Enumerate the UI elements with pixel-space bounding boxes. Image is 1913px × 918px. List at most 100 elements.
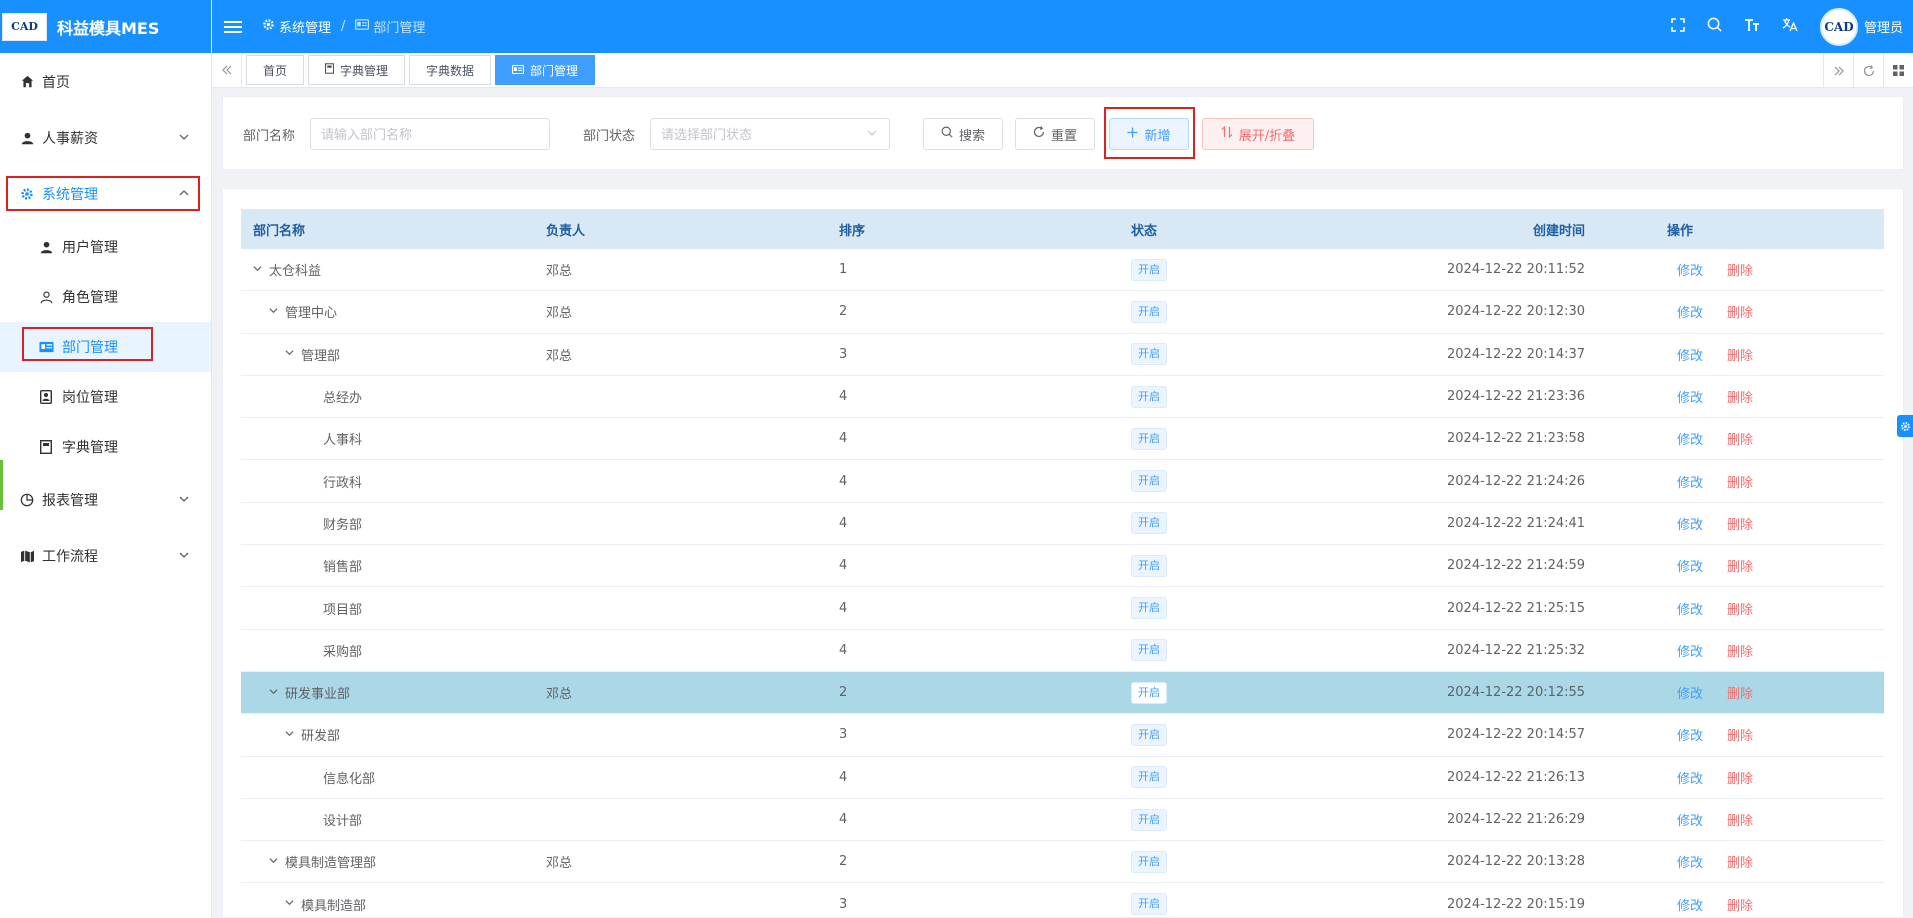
delete-link[interactable]: 删除 xyxy=(1727,895,1753,914)
sidebar-subitem-dictionary[interactable]: 字典管理 xyxy=(0,422,211,472)
sidebar-item-hr-salary[interactable]: 人事薪资 xyxy=(0,110,211,166)
edit-link[interactable]: 修改 xyxy=(1677,768,1703,787)
user-icon xyxy=(18,132,36,145)
table-row[interactable]: 模具制造部 3 开启 2024-12-22 20:15:19 修改 删除 xyxy=(241,883,1884,918)
table-body: 太仓科益 邓总 1 开启 2024-12-22 20:11:52 修改 删除 管理中心 邓总 2 开… xyxy=(241,249,1884,918)
delete-link[interactable]: 删除 xyxy=(1727,683,1753,702)
sidebar-subitem-departments[interactable]: 部门管理 xyxy=(0,322,211,372)
table-row[interactable]: 模具制造管理部 邓总 2 开启 2024-12-22 20:13:28 修改 删除 xyxy=(241,841,1884,884)
edit-link[interactable]: 修改 xyxy=(1677,852,1703,871)
scroll-right-icon[interactable] xyxy=(1823,53,1853,88)
tree-expand-icon[interactable] xyxy=(253,264,263,276)
translate-icon[interactable] xyxy=(1782,17,1798,36)
settings-float-icon[interactable] xyxy=(1897,415,1913,437)
tab-dictionary-data[interactable]: 字典数据 xyxy=(409,55,492,85)
tab-dictionary[interactable]: 字典管理 xyxy=(308,55,406,85)
cell-status: 开启 xyxy=(1119,850,1411,873)
edit-link[interactable]: 修改 xyxy=(1677,302,1703,321)
tree-expand-icon[interactable] xyxy=(269,306,279,318)
company-logo: CAD xyxy=(2,12,47,41)
scroll-left-icon[interactable] xyxy=(212,52,242,88)
delete-link[interactable]: 删除 xyxy=(1727,345,1753,364)
search-button[interactable]: 搜索 xyxy=(923,118,1003,150)
table-row[interactable]: 太仓科益 邓总 1 开启 2024-12-22 20:11:52 修改 删除 xyxy=(241,249,1884,292)
edit-link[interactable]: 修改 xyxy=(1677,683,1703,702)
dept-name-input[interactable] xyxy=(321,126,549,142)
edit-link[interactable]: 修改 xyxy=(1677,556,1703,575)
tab-home[interactable]: 首页 xyxy=(246,55,305,85)
edit-link[interactable]: 修改 xyxy=(1677,514,1703,533)
sidebar-item-reports[interactable]: 报表管理 xyxy=(0,472,211,528)
delete-link[interactable]: 删除 xyxy=(1727,725,1753,744)
edit-link[interactable]: 修改 xyxy=(1677,472,1703,491)
table-row[interactable]: 行政科 4 开启 2024-12-22 21:24:26 修改 删除 xyxy=(241,460,1884,503)
sidebar-subitem-posts[interactable]: 岗位管理 xyxy=(0,372,211,422)
sidebar-item-home[interactable]: 首页 xyxy=(0,53,211,110)
font-size-icon[interactable] xyxy=(1744,18,1760,36)
dept-status-select[interactable] xyxy=(650,118,890,150)
sidebar-item-workflow[interactable]: 工作流程 xyxy=(0,528,211,584)
edit-link[interactable]: 修改 xyxy=(1677,810,1703,829)
edit-link[interactable]: 修改 xyxy=(1677,260,1703,279)
refresh-icon[interactable] xyxy=(1853,53,1883,88)
reset-button[interactable]: 重置 xyxy=(1015,118,1095,150)
tree-expand-icon[interactable] xyxy=(285,729,295,741)
table-row[interactable]: 管理部 邓总 3 开启 2024-12-22 20:14:37 修改 删除 xyxy=(241,334,1884,376)
dept-status-input[interactable] xyxy=(661,126,889,142)
cell-actions: 修改 删除 xyxy=(1661,387,1884,406)
add-button[interactable]: 新增 xyxy=(1109,118,1189,150)
expand-collapse-button[interactable]: 展开/折叠 xyxy=(1202,118,1314,150)
table-row[interactable]: 采购部 4 开启 2024-12-22 21:25:32 修改 删除 xyxy=(241,630,1884,672)
cell-create-time: 2024-12-22 20:12:55 xyxy=(1447,685,1586,701)
delete-link[interactable]: 删除 xyxy=(1727,641,1753,660)
table-row[interactable]: 人事科 4 开启 2024-12-22 21:23:58 修改 删除 xyxy=(241,418,1884,461)
cell-create-time: 2024-12-22 20:14:37 xyxy=(1447,346,1586,362)
table-row[interactable]: 信息化部 4 开启 2024-12-22 21:26:13 修改 删除 xyxy=(241,757,1884,799)
dept-name-text: 太仓科益 xyxy=(269,264,322,280)
delete-link[interactable]: 删除 xyxy=(1727,387,1753,406)
tab-departments[interactable]: 部门管理 xyxy=(495,55,596,85)
tree-expand-icon[interactable] xyxy=(285,348,295,360)
tree-expand-icon[interactable] xyxy=(269,856,279,868)
table-row[interactable]: 研发事业部 邓总 2 开启 2024-12-22 20:12:55 修改 删除 xyxy=(241,671,1884,715)
table-row[interactable]: 研发部 3 开启 2024-12-22 20:14:57 修改 删除 xyxy=(241,714,1884,757)
delete-link[interactable]: 删除 xyxy=(1727,260,1753,279)
sidebar-subitem-users[interactable]: 用户管理 xyxy=(0,222,211,272)
tree-expand-icon[interactable] xyxy=(285,898,295,910)
tab-label: 字典管理 xyxy=(340,63,389,78)
grid-menu-icon[interactable] xyxy=(1883,53,1913,88)
delete-link[interactable]: 删除 xyxy=(1727,852,1753,871)
delete-link[interactable]: 删除 xyxy=(1727,429,1753,448)
delete-link[interactable]: 删除 xyxy=(1727,472,1753,491)
edit-link[interactable]: 修改 xyxy=(1677,429,1703,448)
breadcrumb-item[interactable]: 系统管理 xyxy=(279,17,331,36)
delete-link[interactable]: 删除 xyxy=(1727,556,1753,575)
edit-link[interactable]: 修改 xyxy=(1677,725,1703,744)
sidebar-item-system[interactable]: 系统管理 xyxy=(0,166,211,222)
delete-link[interactable]: 删除 xyxy=(1727,599,1753,618)
search-icon[interactable] xyxy=(1707,17,1722,36)
edit-link[interactable]: 修改 xyxy=(1677,641,1703,660)
table-row[interactable]: 销售部 4 开启 2024-12-22 21:24:59 修改 删除 xyxy=(241,545,1884,588)
edit-link[interactable]: 修改 xyxy=(1677,599,1703,618)
fullscreen-icon[interactable] xyxy=(1671,17,1685,36)
edit-link[interactable]: 修改 xyxy=(1677,895,1703,914)
table-row[interactable]: 财务部 4 开启 2024-12-22 21:24:41 修改 删除 xyxy=(241,503,1884,546)
avatar[interactable]: CAD xyxy=(1819,7,1858,46)
table-row[interactable]: 总经办 4 开启 2024-12-22 21:23:36 修改 删除 xyxy=(241,376,1884,419)
table-row[interactable]: 设计部 4 开启 2024-12-22 21:26:29 修改 删除 xyxy=(241,799,1884,842)
delete-link[interactable]: 删除 xyxy=(1727,768,1753,787)
sidebar-subitem-roles[interactable]: 角色管理 xyxy=(0,272,211,322)
delete-link[interactable]: 删除 xyxy=(1727,302,1753,321)
tree-expand-icon[interactable] xyxy=(269,687,279,699)
table-row[interactable]: 项目部 4 开启 2024-12-22 21:25:15 修改 删除 xyxy=(241,587,1884,630)
edit-link[interactable]: 修改 xyxy=(1677,345,1703,364)
top-header: 系统管理 / 部门管理 CAD 管理员 xyxy=(212,0,1913,53)
edit-link[interactable]: 修改 xyxy=(1677,387,1703,406)
user-name[interactable]: 管理员 xyxy=(1864,17,1903,36)
delete-link[interactable]: 删除 xyxy=(1727,514,1753,533)
sidebar-subitem-label: 角色管理 xyxy=(62,290,118,306)
delete-link[interactable]: 删除 xyxy=(1727,810,1753,829)
table-row[interactable]: 管理中心 邓总 2 开启 2024-12-22 20:12:30 修改 删除 xyxy=(241,291,1884,334)
hamburger-menu-icon[interactable] xyxy=(224,20,242,33)
